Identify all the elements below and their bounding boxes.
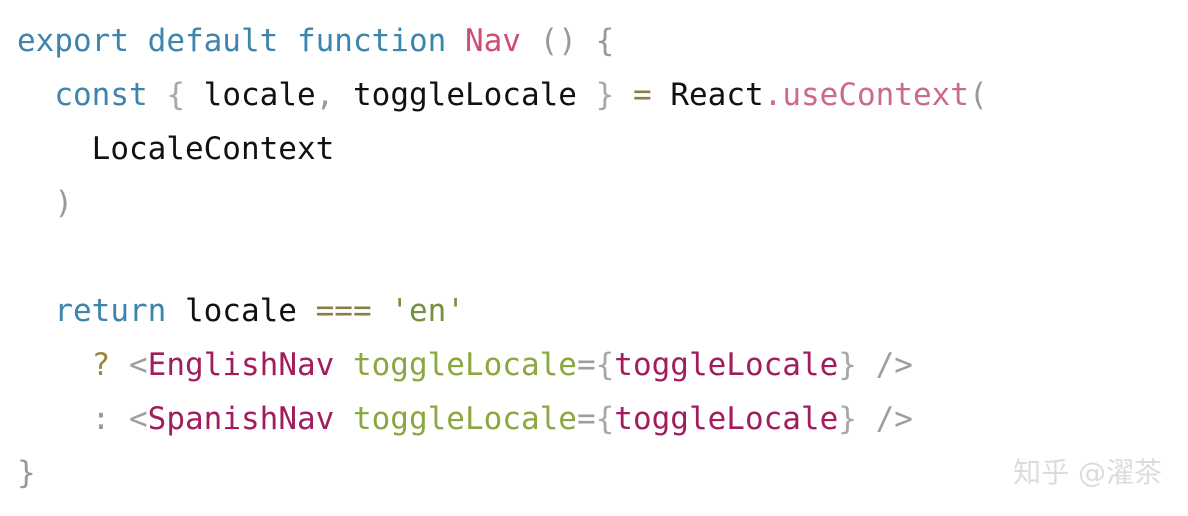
code-token-component: SpanishNav	[147, 401, 335, 437]
code-token-ternary-colon: :	[91, 401, 111, 437]
code-token-punctuation: (	[968, 77, 988, 113]
code-token-plain: LocaleContext	[91, 131, 335, 167]
code-token-plain: locale	[203, 77, 316, 113]
code-token-keyword: function	[296, 23, 447, 59]
code-token-brace: }	[838, 347, 857, 383]
code-token-punctuation: ()	[539, 23, 577, 59]
code-token-operator: =	[632, 77, 652, 113]
code-line: : <SpanishNav toggleLocale={toggleLocale…	[0, 392, 1188, 446]
code-token-brace: }	[595, 77, 615, 113]
code-token-punctuation: {	[595, 23, 615, 59]
code-token-keyword: default	[147, 23, 279, 59]
code-token-angle: <	[129, 347, 148, 383]
code-block: export default function Nav () { const {…	[0, 0, 1188, 500]
code-token-function-name: Nav	[464, 23, 521, 59]
code-token-brace: {	[166, 77, 185, 113]
code-token-attribute: toggleLocale	[352, 401, 577, 437]
code-token-angle: <	[129, 401, 148, 437]
code-token-punctuation: ,	[315, 77, 335, 113]
code-token-method: useContext	[782, 77, 969, 113]
code-token-keyword: export	[17, 23, 129, 59]
code-token-keyword: const	[54, 77, 148, 113]
code-token-component: EnglishNav	[147, 347, 335, 383]
code-screenshot: export default function Nav () { const {…	[0, 0, 1188, 516]
code-line: export default function Nav () {	[0, 14, 1188, 68]
code-token-angle: />	[875, 347, 913, 383]
code-line: LocaleContext	[0, 122, 1188, 176]
code-line: ? <EnglishNav toggleLocale={toggleLocale…	[0, 338, 1188, 392]
code-token-attribute: toggleLocale	[352, 347, 577, 383]
code-token-brace: {	[595, 401, 615, 437]
code-token-plain: locale	[184, 293, 297, 329]
code-line: const { locale, toggleLocale } = React.u…	[0, 68, 1188, 122]
code-token-punctuation: )	[54, 185, 73, 221]
code-token-string: 'en'	[390, 293, 465, 329]
code-token-angle: />	[875, 401, 913, 437]
code-line: return locale === 'en'	[0, 284, 1188, 338]
code-token-operator: ===	[315, 293, 372, 329]
code-token-punctuation: }	[17, 455, 36, 491]
code-token-attribute-value: toggleLocale	[614, 347, 839, 383]
code-token-method: .	[763, 77, 783, 113]
code-token-keyword: return	[54, 293, 167, 329]
code-token-ternary-question: ?	[91, 347, 111, 383]
code-token-brace: }	[838, 401, 857, 437]
code-token-plain: toggleLocale	[353, 77, 577, 113]
code-line: }	[0, 446, 1188, 500]
code-token-equals: =	[576, 401, 596, 437]
code-line: )	[0, 176, 1188, 230]
code-token-attribute-value: toggleLocale	[614, 401, 839, 437]
code-token-plain: React	[670, 77, 764, 113]
code-token-brace: {	[595, 347, 615, 383]
watermark: 知乎 @濯茶	[1013, 456, 1162, 489]
code-token-equals: =	[576, 347, 596, 383]
